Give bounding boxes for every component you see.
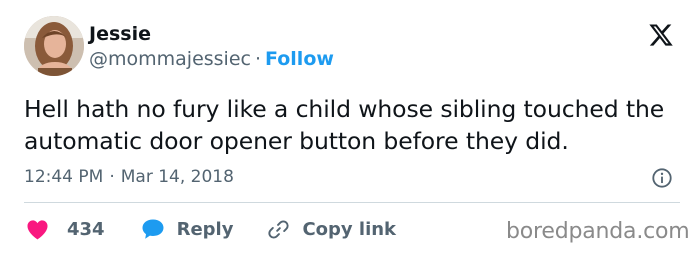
- reply-label: Reply: [176, 218, 234, 240]
- avatar[interactable]: [24, 16, 84, 76]
- tweet-time[interactable]: 12:44 PM: [24, 167, 103, 187]
- like-count: 434: [67, 218, 105, 240]
- handle-separator: ·: [254, 48, 262, 70]
- link-icon: [267, 218, 290, 241]
- reply-button[interactable]: Reply: [141, 218, 234, 240]
- like-button[interactable]: 434: [26, 219, 105, 240]
- user-handle-row: @mommajessiec · Follow: [89, 48, 334, 70]
- divider: [24, 202, 680, 203]
- copy-link-label: Copy link: [302, 218, 397, 240]
- info-icon[interactable]: [651, 167, 673, 189]
- tweet-text: Hell hath no fury like a child whose sib…: [24, 95, 665, 155]
- user-handle[interactable]: @mommajessiec: [89, 48, 251, 70]
- tweet-date[interactable]: Mar 14, 2018: [121, 167, 234, 187]
- follow-button[interactable]: Follow: [265, 48, 334, 70]
- heart-icon: [26, 219, 49, 240]
- avatar-image: [24, 16, 84, 76]
- timestamp-separator: ·: [109, 167, 115, 187]
- tweet-card: Jessie @mommajessiec · Follow Hell hath no…: [0, 0, 700, 256]
- x-logo-icon[interactable]: [648, 22, 674, 48]
- user-name[interactable]: Jessie: [89, 23, 151, 45]
- tweet-timestamp[interactable]: 12:44 PM · Mar 14, 2018: [24, 167, 234, 187]
- copy-link-button[interactable]: Copy link: [267, 218, 396, 241]
- watermark: boredpanda.com: [506, 219, 690, 244]
- tweet-actions: 434 Reply Copy link: [26, 216, 396, 242]
- speech-bubble-icon: [141, 218, 165, 240]
